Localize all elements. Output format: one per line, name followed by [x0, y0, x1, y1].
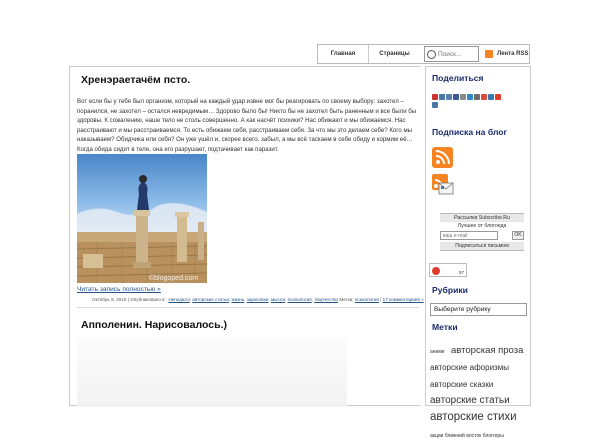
image-watermark: ©blogoped.com	[149, 274, 198, 282]
subscribe-head: Рассылки Subscribe.Ru	[440, 213, 524, 222]
top-navigation: Главная Страницы Лента RSS	[317, 44, 530, 64]
share-service-icon[interactable]	[495, 94, 501, 100]
subscribe-form: Рассылки Subscribe.Ru Лучшее от блогоеда…	[440, 213, 524, 251]
counter-value: 57	[458, 270, 464, 275]
category-link[interactable]: мысли	[271, 297, 285, 302]
comments-link[interactable]: 17 комментариев »	[383, 297, 424, 302]
search-input[interactable]	[438, 50, 478, 58]
search-icon[interactable]	[427, 49, 436, 59]
tag-link[interactable]: акции ближний восток блоггеры	[430, 433, 504, 439]
read-more-link[interactable]: Читать запись полностью »	[77, 286, 161, 293]
tags-label: Метки:	[339, 297, 354, 302]
post-title[interactable]: Хренэраетачём псто.	[81, 74, 190, 86]
post-divider	[77, 307, 419, 308]
post-image-placeholder	[77, 337, 347, 407]
post-image: ©blogoped.com	[77, 154, 207, 283]
rubric-select[interactable]: Выберите рубрику	[430, 303, 527, 316]
category-link[interactable]: творчество	[314, 297, 338, 302]
rss-feed-icon[interactable]	[432, 147, 453, 168]
share-service-icon[interactable]	[481, 94, 487, 100]
category-link[interactable]: жизнь	[232, 297, 245, 302]
share-service-icon[interactable]	[467, 94, 473, 100]
category-link[interactable]: психология	[288, 297, 312, 302]
subscriber-counter[interactable]: 57	[429, 263, 467, 277]
share-service-icon[interactable]	[474, 94, 480, 100]
sidebar: Поделиться Подписка на блог Рассылки Sub…	[425, 66, 531, 439]
category-link[interactable]: авторские статьи	[192, 297, 229, 302]
nav-home-link[interactable]: Главная	[318, 45, 369, 63]
share-service-icon[interactable]	[453, 94, 459, 100]
share-service-icon[interactable]	[460, 94, 466, 100]
tag-cloud: аниме авторская проза авторские афоризмы…	[430, 341, 530, 442]
share-service-icon[interactable]	[488, 94, 494, 100]
tag-link[interactable]: авторская проза	[451, 345, 523, 356]
search-box[interactable]	[424, 46, 479, 62]
tag-link[interactable]: авторские стихи	[430, 411, 517, 423]
category-link[interactable]: зарисовки	[247, 297, 269, 302]
tag-link[interactable]: психология	[355, 297, 379, 302]
category-link[interactable]: Непедагог	[168, 297, 189, 302]
subscribe-subtitle: Лучшее от блогоеда	[457, 223, 507, 229]
post-date: Октябрь 9, 2015 | Опубликовано в :	[92, 297, 168, 302]
rubrics-title: Рубрики	[432, 285, 468, 295]
counter-logo-icon	[432, 267, 440, 275]
subscribe-ok-button[interactable]: OK	[512, 231, 524, 240]
email-rss-icon[interactable]	[432, 174, 454, 196]
share-icons	[432, 94, 502, 110]
share-service-icon[interactable]	[432, 94, 438, 100]
main-content: Хренэраетачём псто. Вот если бы у тебя б…	[69, 66, 424, 407]
post-title[interactable]: Апполенин. Нарисовалось.)	[81, 319, 227, 331]
subscribe-title: Подписка на блог	[432, 127, 508, 137]
tag-link[interactable]: авторские афоризмы	[430, 363, 509, 372]
share-service-icon[interactable]	[446, 94, 452, 100]
post-photo: ©blogoped.com	[77, 154, 207, 283]
tag-link[interactable]: аниме	[430, 349, 445, 355]
tag-link[interactable]: авторские сказки	[430, 380, 493, 389]
rss-link-label[interactable]: Лента RSS	[497, 51, 528, 57]
rss-icon[interactable]	[485, 50, 493, 58]
share-service-icon[interactable]	[432, 102, 438, 108]
rss-link[interactable]: Лента RSS	[485, 50, 528, 58]
tags-title: Метки	[432, 322, 458, 332]
subscribe-by-email-link[interactable]: Подписаться письмом	[440, 242, 524, 251]
share-title: Поделиться	[432, 73, 484, 83]
post-body: Вот если бы у тебя был организм, который…	[77, 98, 417, 153]
tag-link[interactable]: авторские статьи	[430, 395, 510, 407]
email-field[interactable]	[440, 231, 498, 240]
post-meta: Октябрь 9, 2015 | Опубликовано в : Непед…	[92, 297, 424, 302]
share-service-icon[interactable]	[439, 94, 445, 100]
nav-pages-link[interactable]: Страницы	[369, 45, 420, 63]
